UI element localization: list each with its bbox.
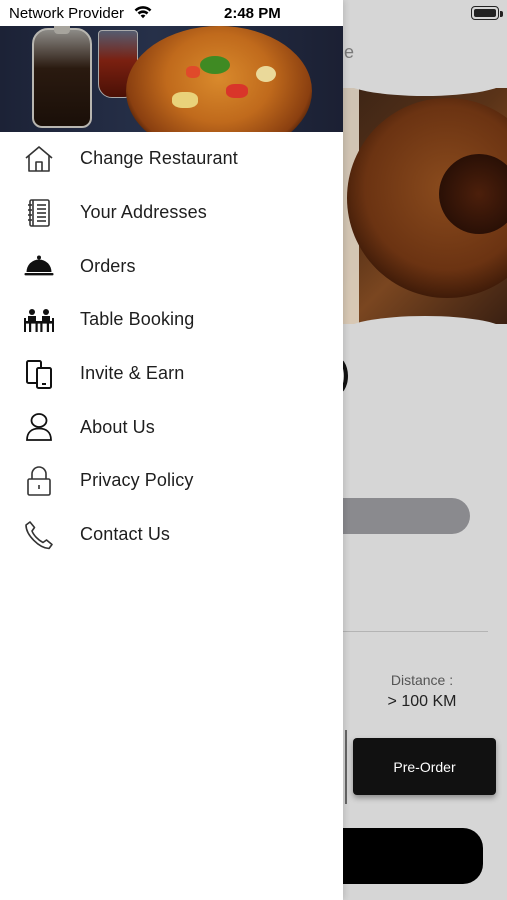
menu-item-change-restaurant[interactable]: Change Restaurant [0,132,343,186]
menu-label: Table Booking [80,309,195,330]
menu-label: Privacy Policy [80,470,194,491]
battery-tip [500,11,503,17]
background-separator [345,730,347,804]
lock-icon [22,464,56,498]
status-bar: Network Provider 2:48 PM [0,0,343,26]
menu-label: Your Addresses [80,202,207,223]
carrier-name: Network Provider [9,5,125,22]
menu-item-table-booking[interactable]: Table Booking [0,293,343,347]
menu-label: Invite & Earn [80,363,185,384]
cloche-icon [22,249,56,283]
drawer-header-image [0,26,343,132]
address-book-icon [22,196,56,230]
menu-label: Contact Us [80,524,171,545]
status-time: 2:48 PM [224,5,281,22]
drawer-menu: Change Restaurant Your Addresses Orders … [0,132,343,562]
battery-icon [471,6,499,20]
background-header-text: e [344,42,355,62]
menu-item-your-addresses[interactable]: Your Addresses [0,186,343,240]
side-drawer: Change Restaurant Your Addresses Orders … [0,0,343,900]
menu-item-invite-earn[interactable]: Invite & Earn [0,347,343,401]
menu-label: About Us [80,416,155,437]
phone-icon [22,518,56,552]
menu-item-privacy-policy[interactable]: Privacy Policy [0,454,343,508]
restaurant-photo [343,88,507,324]
distance-label: Distance : [390,672,454,688]
home-icon [22,142,56,176]
background-divider [343,631,488,632]
menu-item-contact-us[interactable]: Contact Us [0,508,343,562]
dining-table-icon [22,303,56,337]
menu-label: Orders [80,255,136,276]
menu-item-orders[interactable]: Orders [0,239,343,293]
menu-item-about-us[interactable]: About Us [0,400,343,454]
menu-label: Change Restaurant [80,148,238,169]
share-devices-icon [22,357,56,391]
pre-order-button[interactable]: Pre-Order [353,738,496,795]
wifi-icon [134,5,152,24]
distance-value: > 100 KM [387,693,457,710]
person-icon [22,410,56,444]
